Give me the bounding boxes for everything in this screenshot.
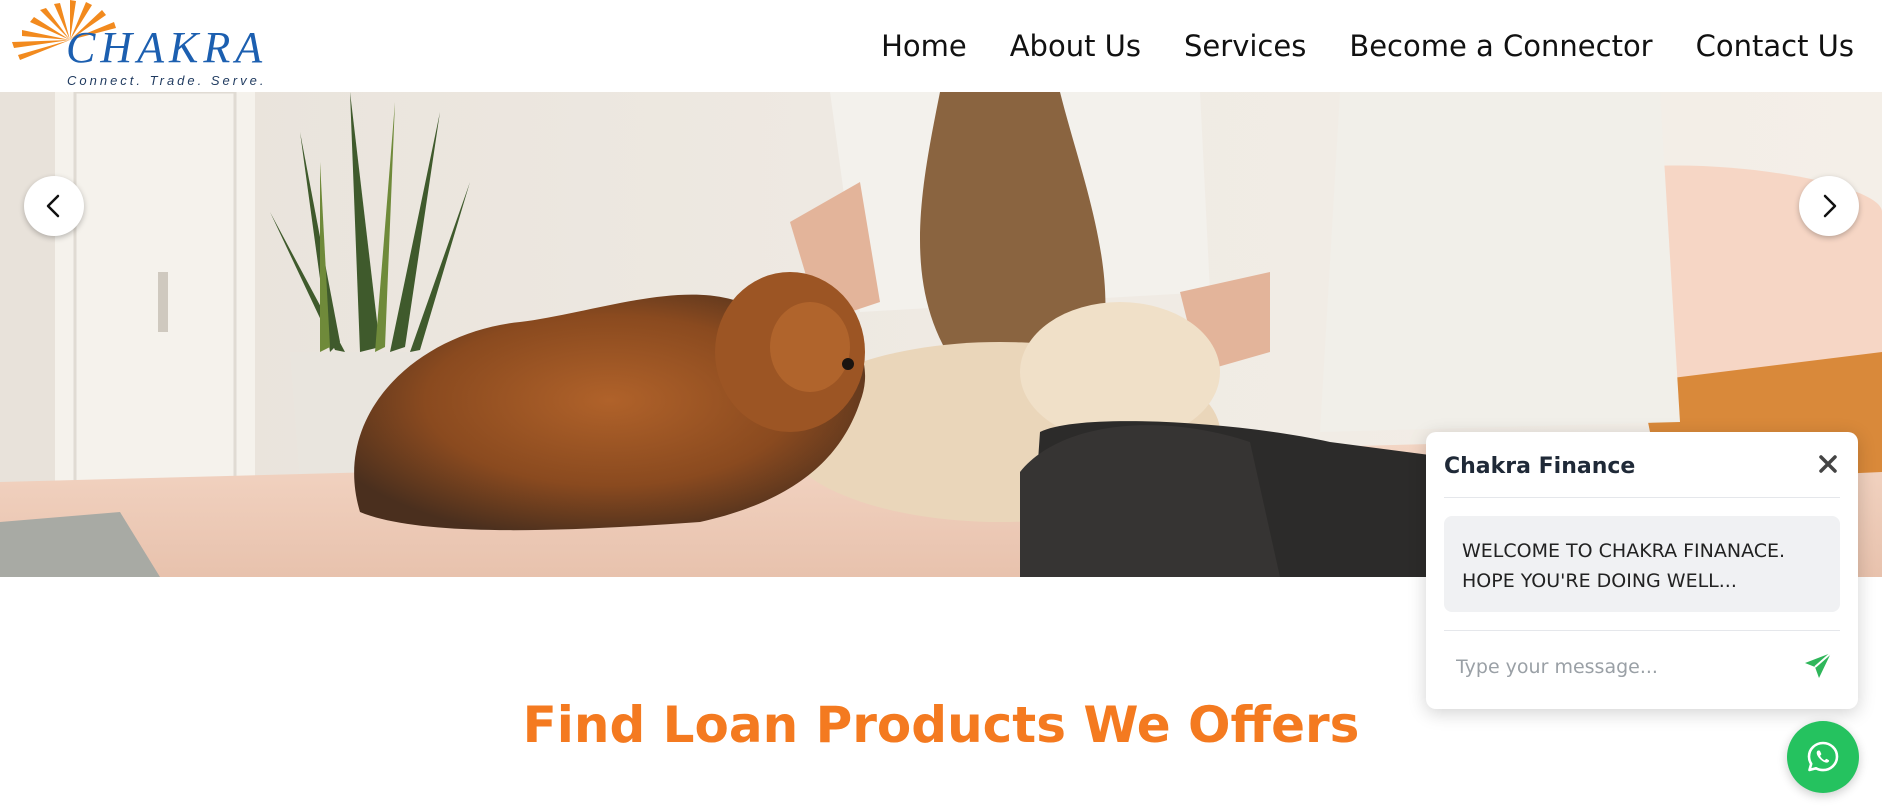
chakra-logo[interactable]: CHAKRA Connect. Trade. Serve.: [10, 0, 263, 90]
chat-title: Chakra Finance: [1444, 454, 1636, 479]
chat-welcome-line-1: WELCOME TO CHAKRA FINANACE.: [1462, 540, 1786, 562]
nav-about-us[interactable]: About Us: [1010, 26, 1141, 66]
chat-welcome-line-2: HOPE YOU'RE DOING WELL...: [1462, 570, 1737, 592]
whatsapp-icon: [1807, 741, 1839, 772]
carousel-next-button[interactable]: [1799, 176, 1859, 236]
whatsapp-button[interactable]: [1787, 721, 1859, 793]
chevron-left-icon: [46, 194, 60, 218]
chat-header: Chakra Finance: [1444, 432, 1840, 498]
site-header: CHAKRA Connect. Trade. Serve. Home About…: [0, 0, 1882, 92]
send-icon[interactable]: [1802, 650, 1834, 682]
logo-tagline: Connect. Trade. Serve.: [67, 73, 267, 88]
chat-divider: [1444, 630, 1840, 631]
nav-contact-us[interactable]: Contact Us: [1696, 26, 1854, 66]
nav-become-a-connector[interactable]: Become a Connector: [1349, 26, 1652, 66]
nav-home[interactable]: Home: [881, 26, 967, 66]
logo-wordmark: CHAKRA: [66, 23, 268, 72]
carousel-prev-button[interactable]: [24, 176, 84, 236]
nav-services[interactable]: Services: [1184, 26, 1306, 66]
chat-widget: Chakra Finance WELCOME TO CHAKRA FINANAC…: [1426, 432, 1858, 709]
close-icon[interactable]: [1816, 452, 1840, 476]
chevron-right-icon: [1823, 194, 1837, 218]
chat-message-input[interactable]: [1444, 637, 1784, 697]
chat-welcome-message: WELCOME TO CHAKRA FINANACE. HOPE YOU'RE …: [1444, 516, 1840, 612]
main-nav: Home About Us Services Become a Connecto…: [881, 26, 1854, 66]
